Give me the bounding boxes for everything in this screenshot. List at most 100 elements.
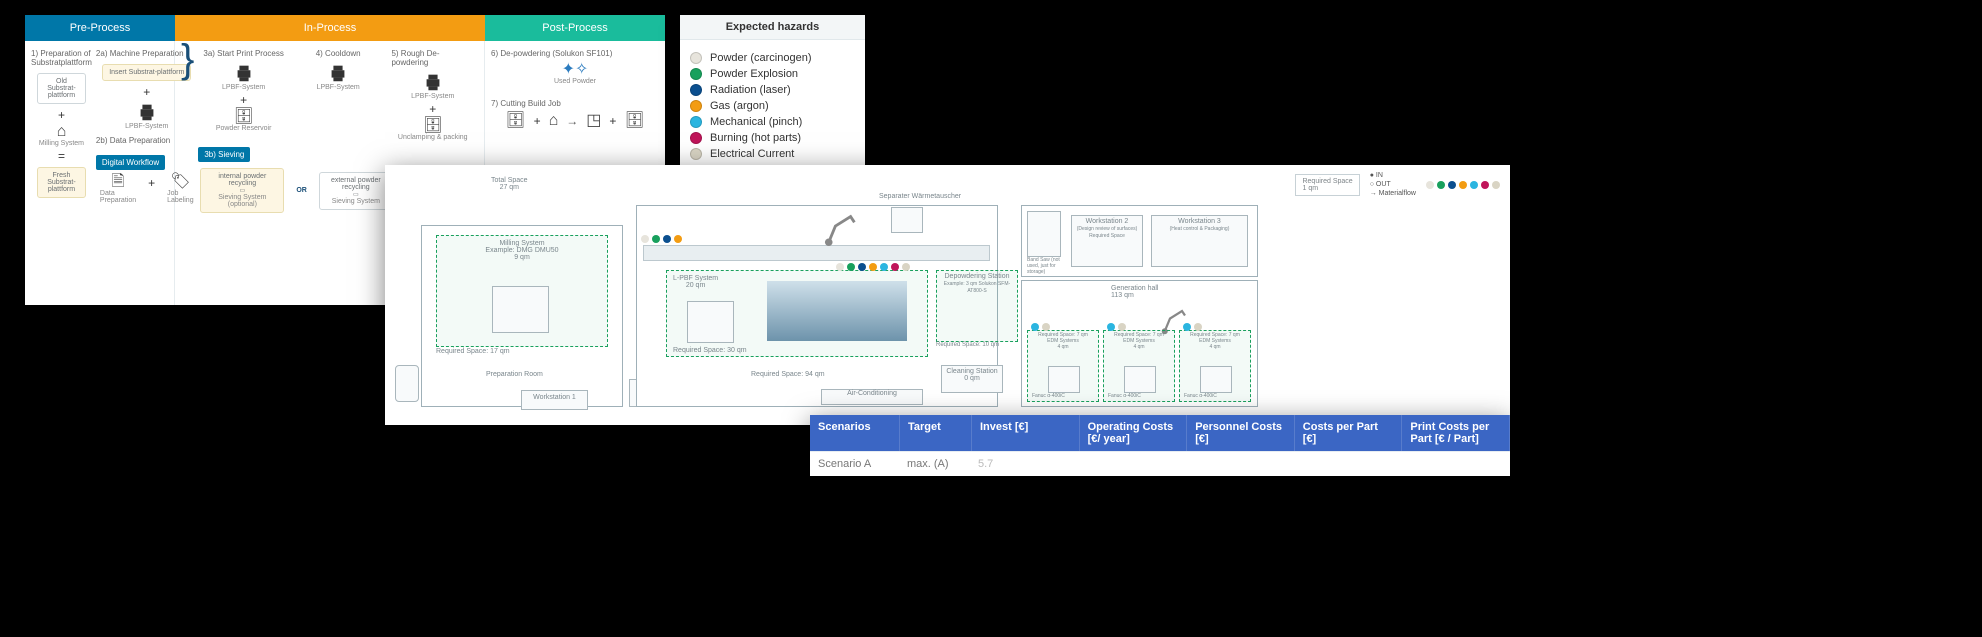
milling-icon: ⌂ <box>57 124 67 140</box>
heat-exchanger-icon <box>891 207 923 233</box>
edm-machine-icon <box>1124 366 1156 393</box>
phase-pre: Pre-Process <box>25 15 175 41</box>
depowdering-zone: Depowdering Station Example: 3 qm Soluko… <box>936 270 1018 342</box>
printer-icon <box>232 62 256 84</box>
step-7: 7) Cutting Build Job <box>491 99 659 108</box>
col-target: Target <box>900 415 972 451</box>
phase-in: In-Process <box>175 15 485 41</box>
lpbf-unit-1 <box>687 301 734 343</box>
lpbf-label: LPBF-System <box>411 93 454 100</box>
depowder-required: Required Space: 10 qm <box>936 342 999 348</box>
robot-arm-icon <box>823 209 863 247</box>
hazards-title: Expected hazards <box>680 15 865 40</box>
step-3a: 3a) Start Print Process <box>203 49 283 58</box>
lpbf-label: LPBF-System <box>125 123 168 130</box>
floorplan-card: Required Space1 qm ● IN ○ OUT → Material… <box>385 165 1510 425</box>
col-printcpp: Print Costs per Part [€ / Part] <box>1402 415 1510 451</box>
database-icon: 🗄 <box>505 113 525 129</box>
edm-bay-1: Required Space: 7 qmEDM Systems4 qm Fanu… <box>1027 330 1099 402</box>
separator-label: Separater Wärmetauscher <box>879 193 961 200</box>
milling-title: Milling System Example: DMG DMU50 9 qm <box>437 236 607 261</box>
step-1: 1) Preparation of Substratplattform <box>31 49 92 67</box>
hazard-dot-icon <box>690 100 702 112</box>
phase-header-row: Pre-Process In-Process Post-Process <box>25 15 665 41</box>
edm-machine-icon <box>1048 366 1080 393</box>
printer-icon <box>135 101 159 123</box>
printer-icon <box>326 62 350 84</box>
prep-room-label: Preparation Room <box>486 371 543 378</box>
or-label: OR <box>296 187 307 194</box>
milling-label: Milling System <box>39 140 84 147</box>
plus-icon: + <box>58 108 65 122</box>
cell-scenario: Scenario A <box>810 452 899 476</box>
lpbf-zone: L-PBF System20 qm Required Space: 30 qm <box>666 270 928 357</box>
hazard-dot-icon <box>690 116 702 128</box>
depowder-title: Depowdering Station Example: 3 qm Soluko… <box>937 271 1017 296</box>
hazard-item: Powder (carcinogen) <box>690 52 855 64</box>
hazard-item: Gas (argon) <box>690 100 855 112</box>
plus-icon: + <box>609 114 616 128</box>
part-icon: ◳ <box>586 113 601 129</box>
floorplan-drawing: Total Space27 qm Milling System Example:… <box>391 175 1504 415</box>
saw-note: Band Saw (not used, just for storage) <box>1027 257 1067 275</box>
sieving-external-box: external powder recycling ▭ Sieving Syst… <box>319 172 393 210</box>
hazard-item: Mechanical (pinch) <box>690 116 855 128</box>
arrow-icon: → <box>566 114 578 128</box>
col-scenarios: Scenarios <box>810 415 900 451</box>
overhead-rail <box>643 245 990 261</box>
database-icon: 🗄 <box>423 118 443 134</box>
milling-zone: Milling System Example: DMG DMU50 9 qm <box>436 235 608 347</box>
printer-icon <box>421 71 445 93</box>
pre-process-column: 1) Preparation of Substratplattform Old … <box>25 41 175 305</box>
old-substrate-box: Old Substrat-plattform <box>37 73 86 104</box>
lpbf-photo <box>767 281 907 341</box>
powder-res-label: Powder Reservoir <box>216 125 272 132</box>
workstation-1: Workstation 1 <box>521 390 588 410</box>
generation-hall-label: Generation hall113 qm <box>1111 285 1158 299</box>
edm-bay-2: Required Space: 7 qmEDM Systems4 qm Fanu… <box>1103 330 1175 402</box>
sparkle-icon: ✦✧ <box>562 62 589 78</box>
col-operating: Operating Costs [€/ year] <box>1080 415 1188 451</box>
workstation-3: Workstation 3(Heat control & Packaging) <box>1151 215 1248 267</box>
table-row: Scenario A max. (A) 5.7 <box>810 451 1510 476</box>
lpbf-required: Required Space: 30 qm <box>673 347 747 354</box>
milling-machine-icon <box>492 286 549 333</box>
edm-machine-icon <box>1200 366 1232 393</box>
hazard-item: Powder Explosion <box>690 68 855 80</box>
plus-icon: + <box>148 176 155 190</box>
equals-icon: = <box>58 149 65 163</box>
sieving-internal-box: internal powder recycling ▭ Sieving Syst… <box>200 168 284 213</box>
plus-icon: + <box>143 85 150 99</box>
document-icon: 🗎 <box>112 174 125 190</box>
prep-required-space: Required Space: 17 qm <box>436 348 510 355</box>
edm-bay-3: Required Space: 7 qmEDM Systems4 qm Fanu… <box>1179 330 1251 402</box>
cell-target: max. (A) <box>899 452 970 476</box>
lpbf-label: LPBF-System <box>317 84 360 91</box>
cart-icon <box>395 365 419 402</box>
plus-icon: + <box>240 93 247 107</box>
step-5: 5) Rough De-powdering <box>391 49 474 67</box>
hazards-card: Expected hazards Powder (carcinogen) Pow… <box>680 15 865 172</box>
col-invest: Invest [€] <box>972 415 1080 451</box>
digital-workflow-chip: Digital Workflow <box>96 155 165 170</box>
saw-icon <box>1027 211 1061 257</box>
hazard-item: Electrical Current <box>690 148 855 160</box>
phase-post: Post-Process <box>485 15 665 41</box>
plus-icon: + <box>429 102 436 116</box>
cell-invest: 5.7 <box>970 452 1078 476</box>
step-6: 6) De-powdering (Solukon SF101) <box>491 49 659 58</box>
cleaning-station: Cleaning Station0 qm <box>941 365 1003 393</box>
cost-table-header: Scenarios Target Invest [€] Operating Co… <box>810 415 1510 451</box>
workstation-2: Workstation 2(Design review of surfaces)… <box>1071 215 1143 267</box>
cost-table-card: Scenarios Target Invest [€] Operating Co… <box>810 415 1510 476</box>
hazard-dot-icon <box>690 132 702 144</box>
step-3b-chip: 3b) Sieving <box>198 147 250 162</box>
unclamp-label: Unclamping & packing <box>398 134 468 141</box>
hazard-dot-icon <box>690 148 702 160</box>
used-powder-label: Used Powder <box>554 78 596 85</box>
dataprep-label: Data Preparation <box>100 190 136 204</box>
hazard-item: Burning (hot parts) <box>690 132 855 144</box>
lpbf-title: L-PBF System20 qm <box>673 275 718 289</box>
database-icon: 🗄 <box>233 109 253 125</box>
hazard-item: Radiation (laser) <box>690 84 855 96</box>
